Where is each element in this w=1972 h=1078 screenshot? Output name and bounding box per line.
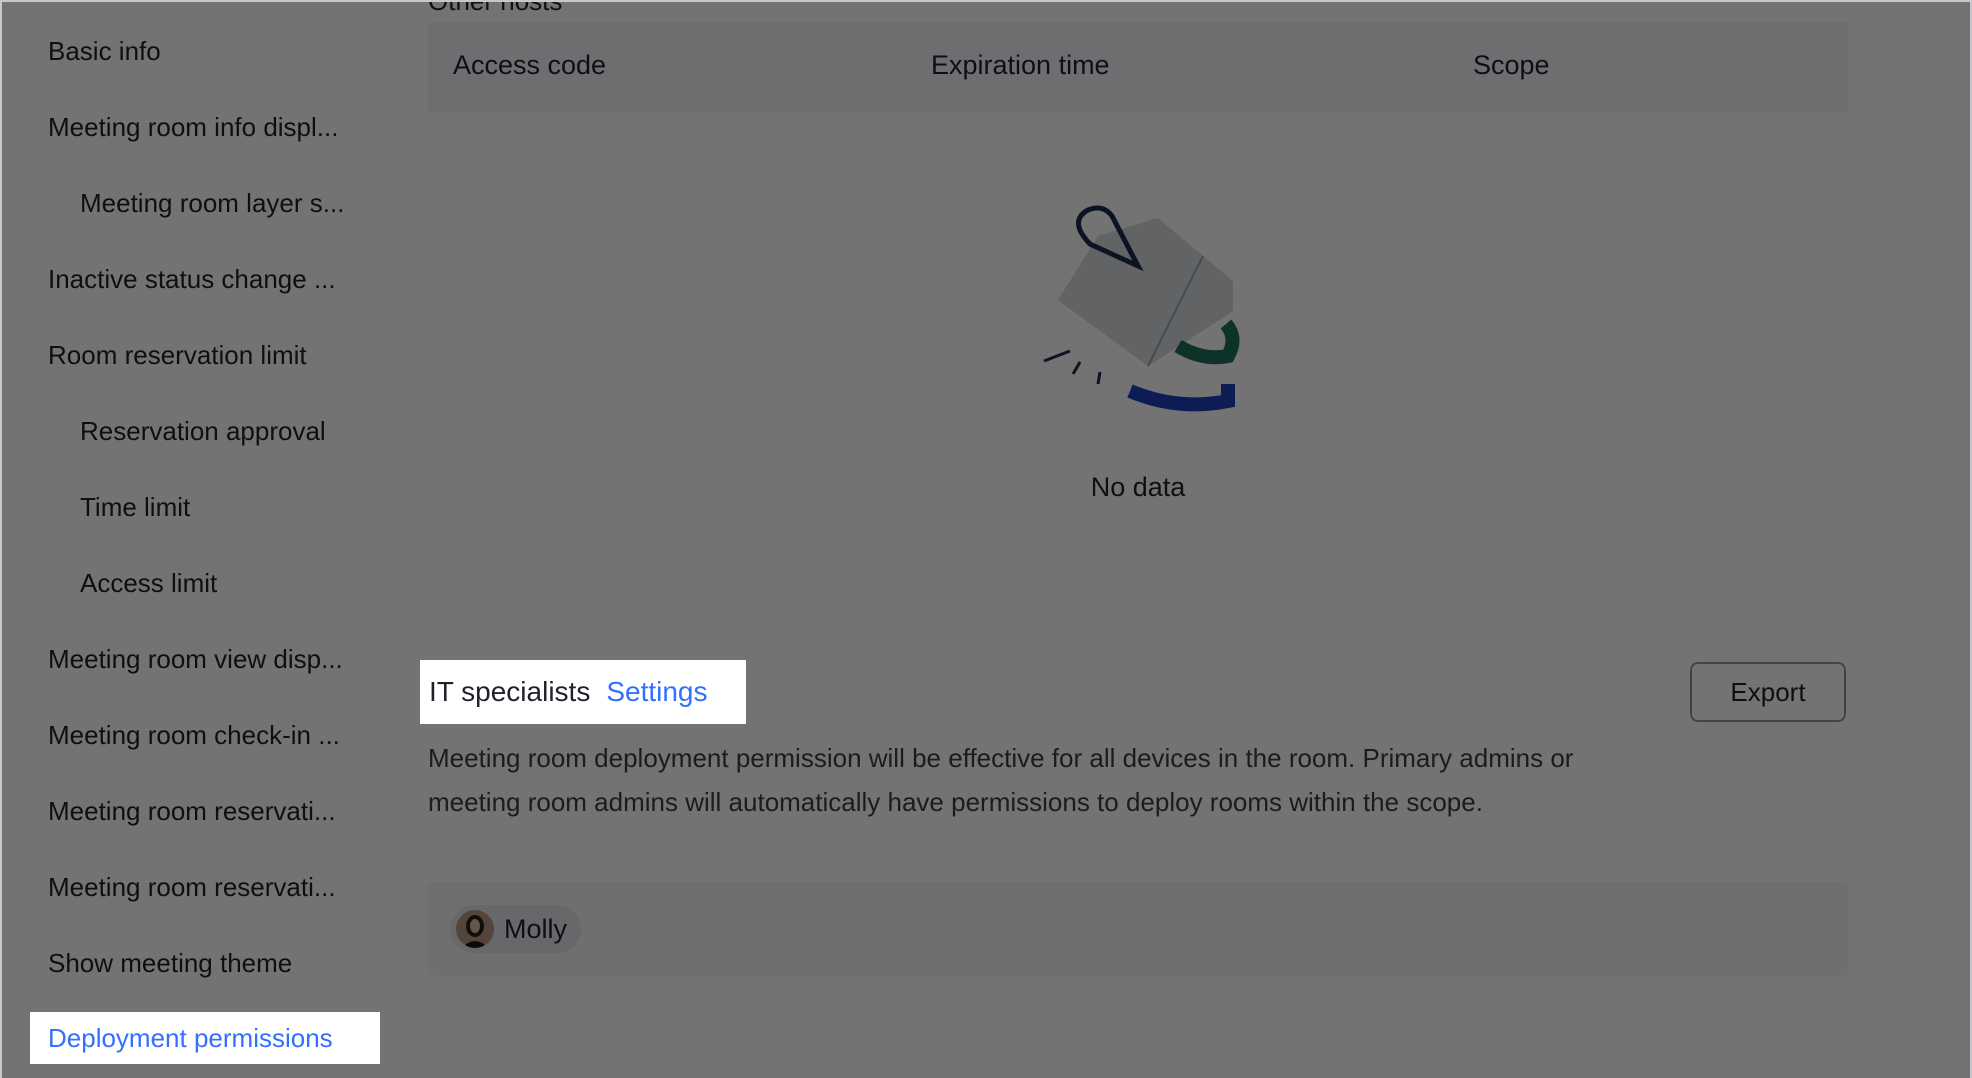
sidebar-item-basic-info[interactable]: Basic info (48, 34, 161, 68)
it-specialists-member-list: Molly (428, 882, 1848, 976)
sidebar-item-meeting-theme[interactable]: Show meeting theme (48, 946, 292, 980)
settings-page: Basic info Meeting room info displ... Me… (0, 0, 1972, 1078)
it-specialists-header: IT specialists Settings (420, 660, 746, 724)
sidebar-item-room-info-display[interactable]: Meeting room info displ... (48, 110, 338, 144)
sidebar-nav: Basic info Meeting room info displ... Me… (0, 0, 400, 1078)
column-scope: Scope (1473, 50, 1550, 80)
member-chip[interactable]: Molly (450, 905, 582, 953)
sidebar-item-inactive-status[interactable]: Inactive status change ... (48, 262, 336, 296)
it-specialists-settings-link[interactable]: Settings (606, 676, 707, 708)
it-specialists-description: Meeting room deployment permission will … (428, 743, 1574, 817)
sidebar-item-room-reservation-1[interactable]: Meeting room reservati... (48, 794, 336, 828)
access-code-table-header: Access code Expiration time Scope (428, 22, 1848, 112)
empty-state-text: No data (1090, 472, 1186, 502)
sidebar-item-access-limit[interactable]: Access limit (80, 566, 217, 600)
section-label-other-hosts: Other hosts (428, 0, 563, 16)
empty-box-illustration-icon (1043, 205, 1240, 412)
column-access-code: Access code (453, 50, 607, 80)
sidebar-item-time-limit[interactable]: Time limit (80, 490, 190, 524)
sidebar-item-room-layer[interactable]: Meeting room layer s... (80, 186, 344, 220)
sidebar-item-room-reservation-2[interactable]: Meeting room reservati... (48, 870, 336, 904)
member-name: Molly (504, 913, 568, 944)
sidebar-item-room-check-in[interactable]: Meeting room check-in ... (48, 718, 340, 752)
sidebar-item-reservation-limit[interactable]: Room reservation limit (48, 338, 307, 372)
sidebar-item-room-view-display[interactable]: Meeting room view disp... (48, 642, 343, 676)
it-specialists-title: IT specialists (429, 676, 591, 707)
avatar (456, 910, 494, 948)
export-button[interactable]: Export (1690, 662, 1846, 722)
main-content: Other hosts Access code Expiration time … (400, 0, 1972, 1078)
sidebar-item-deployment-permissions[interactable]: Deployment permissions (30, 1012, 380, 1064)
sidebar-item-reservation-approval[interactable]: Reservation approval (80, 414, 326, 448)
sidebar-item-label: Deployment permissions (48, 1022, 333, 1053)
column-expiration-time: Expiration time (931, 50, 1110, 80)
